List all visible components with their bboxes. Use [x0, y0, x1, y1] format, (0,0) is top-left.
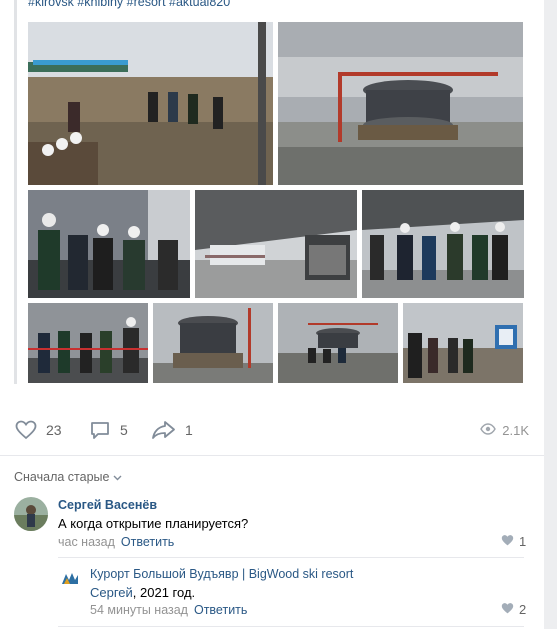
- like-button[interactable]: 23: [14, 416, 62, 444]
- comment-meta: час назад Ответить: [58, 535, 174, 549]
- comments-count: 5: [120, 422, 128, 438]
- comment-icon: [88, 418, 112, 442]
- heart-icon: [14, 418, 38, 442]
- photo-terrace-interior[interactable]: [195, 190, 357, 298]
- comment-text: Сергей, 2021 год.: [90, 585, 195, 600]
- views-count: 2.1K: [502, 422, 529, 438]
- comment-body: , 2021 год.: [132, 585, 196, 600]
- comment-time[interactable]: час назад: [58, 535, 115, 549]
- divider: [58, 557, 524, 558]
- divider: [0, 455, 544, 456]
- photo-slope-visitors[interactable]: [28, 22, 273, 185]
- heart-icon: [501, 534, 514, 549]
- comment-button[interactable]: 5: [88, 416, 128, 444]
- photo-group-slope[interactable]: [403, 303, 523, 383]
- comments-sort[interactable]: Сначала старые: [14, 470, 122, 484]
- views-counter: 2.1K: [480, 416, 529, 444]
- comment-author[interactable]: Курорт Большой Вудъявр | BigWood ski res…: [90, 567, 353, 581]
- comment-like-button[interactable]: 1: [501, 534, 526, 549]
- reply-link[interactable]: Ответить: [121, 535, 174, 549]
- photo-group-tour[interactable]: [28, 303, 148, 383]
- share-button[interactable]: 1: [151, 416, 193, 444]
- post-card: #kirovsk #khibiny #resort #aktual820 23 …: [0, 0, 544, 629]
- chevron-down-icon: [113, 470, 122, 484]
- post-hashtags[interactable]: #kirovsk #khibiny #resort #aktual820: [28, 0, 230, 9]
- photo-restaurant-construction[interactable]: [278, 22, 523, 185]
- comment-like-button[interactable]: 2: [501, 602, 526, 617]
- likes-count: 23: [46, 422, 62, 438]
- reply-link[interactable]: Ответить: [194, 603, 247, 617]
- photo-building-close[interactable]: [153, 303, 273, 383]
- eye-icon: [480, 422, 497, 438]
- share-icon: [151, 418, 177, 442]
- photo-group-hardhats[interactable]: [28, 190, 190, 298]
- repost-bar: [14, 0, 17, 384]
- divider: [58, 626, 524, 627]
- sort-label: Сначала старые: [14, 470, 110, 484]
- comment-text: А когда открытие планируется?: [58, 516, 249, 531]
- avatar[interactable]: [14, 497, 48, 531]
- mention-link[interactable]: Сергей: [90, 585, 133, 600]
- avatar[interactable]: [60, 568, 80, 588]
- comment-meta: 54 минуты назад Ответить: [90, 603, 247, 617]
- comment-author[interactable]: Сергей Васенёв: [58, 498, 157, 512]
- comment-time[interactable]: 54 минуты назад: [90, 603, 188, 617]
- photo-group-terrace[interactable]: [362, 190, 524, 298]
- post-actions: 23 5 1 2.1K: [14, 416, 529, 444]
- photo-building-far[interactable]: [278, 303, 398, 383]
- comment-likes-count: 2: [519, 602, 527, 617]
- shares-count: 1: [185, 422, 193, 438]
- heart-icon: [501, 602, 514, 617]
- comment-likes-count: 1: [519, 534, 527, 549]
